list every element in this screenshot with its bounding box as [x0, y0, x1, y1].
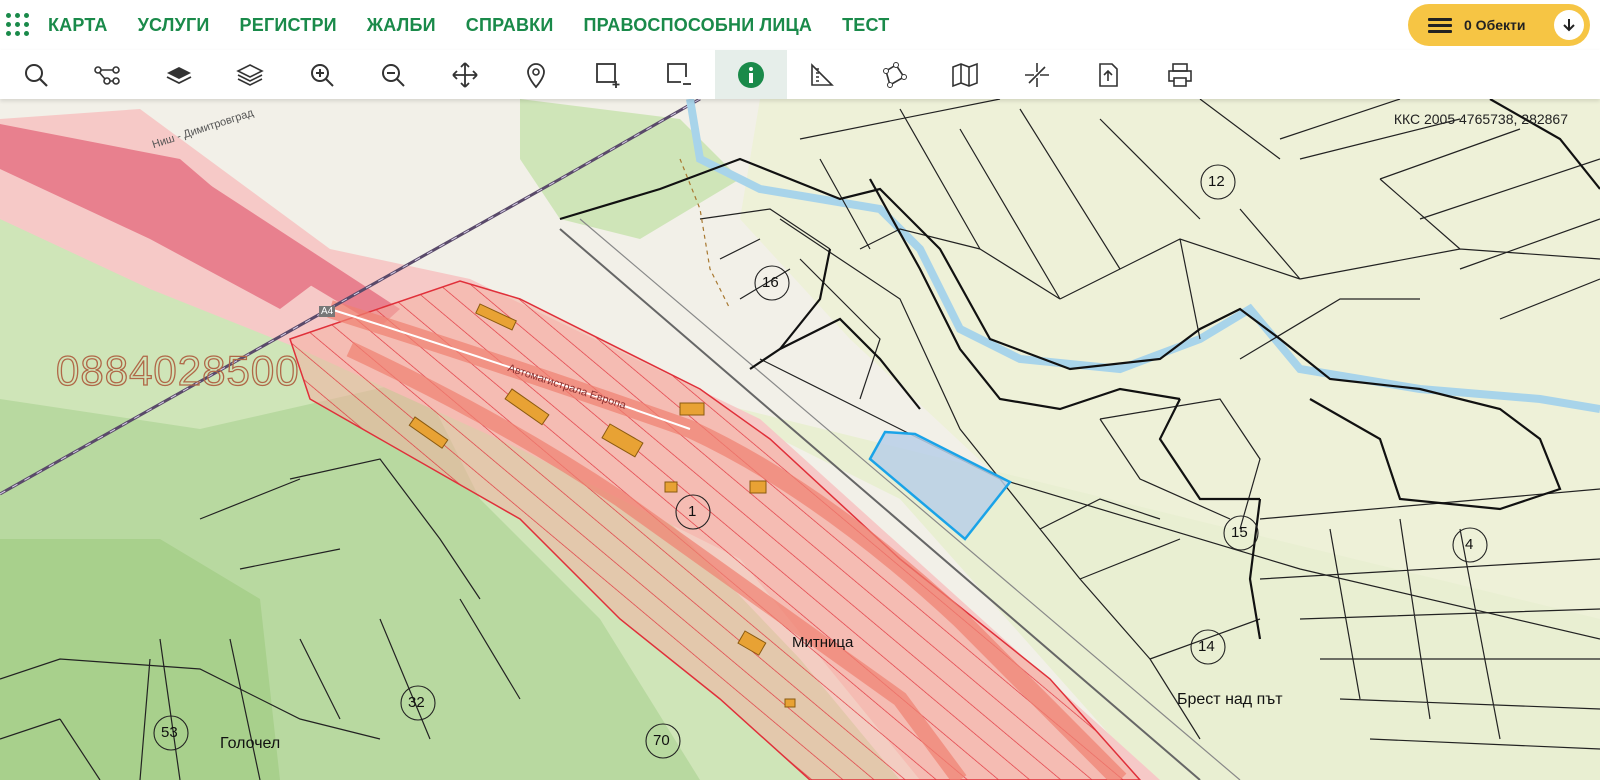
parcel-number: 32	[408, 694, 425, 711]
polygon-tool[interactable]	[858, 50, 930, 99]
nav-item-karta[interactable]: КАРТА	[48, 15, 108, 36]
map-tool[interactable]	[930, 50, 1002, 99]
parcel-number: 16	[762, 274, 779, 291]
zoom-in-tool[interactable]	[286, 50, 358, 99]
apps-grid-icon[interactable]	[4, 11, 32, 39]
rect-add-tool[interactable]	[572, 50, 644, 99]
pan-tool[interactable]	[429, 50, 501, 99]
pin-tool[interactable]	[501, 50, 573, 99]
info-icon	[737, 61, 764, 88]
place-label: Голочел	[220, 735, 281, 752]
snap-icon	[1024, 62, 1049, 87]
nav-item-registri[interactable]: РЕГИСТРИ	[240, 15, 337, 36]
search-tool[interactable]	[0, 50, 72, 99]
map-canvas[interactable]: ККС 2005 4765738, 282867 0884028500 12 1…	[0, 99, 1600, 780]
polygon-icon	[882, 61, 907, 88]
rect-remove-tool[interactable]	[644, 50, 716, 99]
nav-item-uslugi[interactable]: УСЛУГИ	[138, 15, 210, 36]
parcel-number: 1	[688, 503, 697, 520]
download-icon[interactable]	[1554, 10, 1584, 40]
parcel-number: 53	[161, 724, 178, 741]
nav-item-spravki[interactable]: СПРАВКИ	[466, 15, 554, 36]
place-label: Митница	[792, 634, 854, 651]
parcel-number: 70	[653, 732, 670, 749]
export-tool[interactable]	[1073, 50, 1145, 99]
measure-icon	[811, 62, 835, 86]
network-icon	[94, 65, 121, 85]
rect-add-icon	[595, 62, 620, 88]
pin-icon	[527, 62, 546, 88]
zoom-out-icon	[382, 63, 405, 87]
parcel-number: 15	[1231, 524, 1248, 541]
watermark-phone: 0884028500	[55, 346, 300, 394]
layers-icon	[236, 63, 265, 86]
print-icon	[1167, 62, 1192, 87]
place-label: Брест над път	[1177, 691, 1283, 708]
layers-tool[interactable]	[215, 50, 287, 99]
top-nav-bar: КАРТА УСЛУГИ РЕГИСТРИ ЖАЛБИ СПРАВКИ ПРАВ…	[0, 0, 1600, 50]
parcel-number: 14	[1198, 638, 1215, 655]
nav-item-zhalbi[interactable]: ЖАЛБИ	[367, 15, 436, 36]
zoom-in-icon	[310, 63, 334, 87]
parcel-number: 12	[1208, 173, 1225, 190]
road-label: A4	[319, 306, 336, 317]
rect-remove-icon	[667, 62, 692, 85]
map-graphics	[0, 99, 1600, 780]
nav-item-pravosposobni[interactable]: ПРАВОСПОСОБНИ ЛИЦА	[583, 15, 812, 36]
objects-count-label: 0 Обекти	[1464, 17, 1526, 33]
nav-item-test[interactable]: ТЕСТ	[842, 15, 889, 36]
parcel-number: 4	[1465, 536, 1474, 553]
layer-tool[interactable]	[143, 50, 215, 99]
measure-tool[interactable]	[787, 50, 859, 99]
coordinate-readout: ККС 2005 4765738, 282867	[1393, 111, 1568, 127]
map-toolbar	[0, 50, 1600, 99]
pan-icon	[452, 61, 478, 88]
export-icon	[1099, 62, 1119, 87]
search-icon	[24, 63, 48, 87]
main-menu: КАРТА УСЛУГИ РЕГИСТРИ ЖАЛБИ СПРАВКИ ПРАВ…	[48, 15, 919, 36]
zoom-out-tool[interactable]	[358, 50, 430, 99]
objects-button[interactable]: 0 Обекти	[1408, 4, 1590, 46]
layer-solid-icon	[166, 66, 192, 84]
print-tool[interactable]	[1144, 50, 1216, 99]
info-tool[interactable]	[715, 50, 787, 99]
hamburger-icon	[1428, 15, 1452, 36]
network-tool[interactable]	[72, 50, 144, 99]
snap-tool[interactable]	[1001, 50, 1073, 99]
map-icon	[952, 62, 979, 87]
